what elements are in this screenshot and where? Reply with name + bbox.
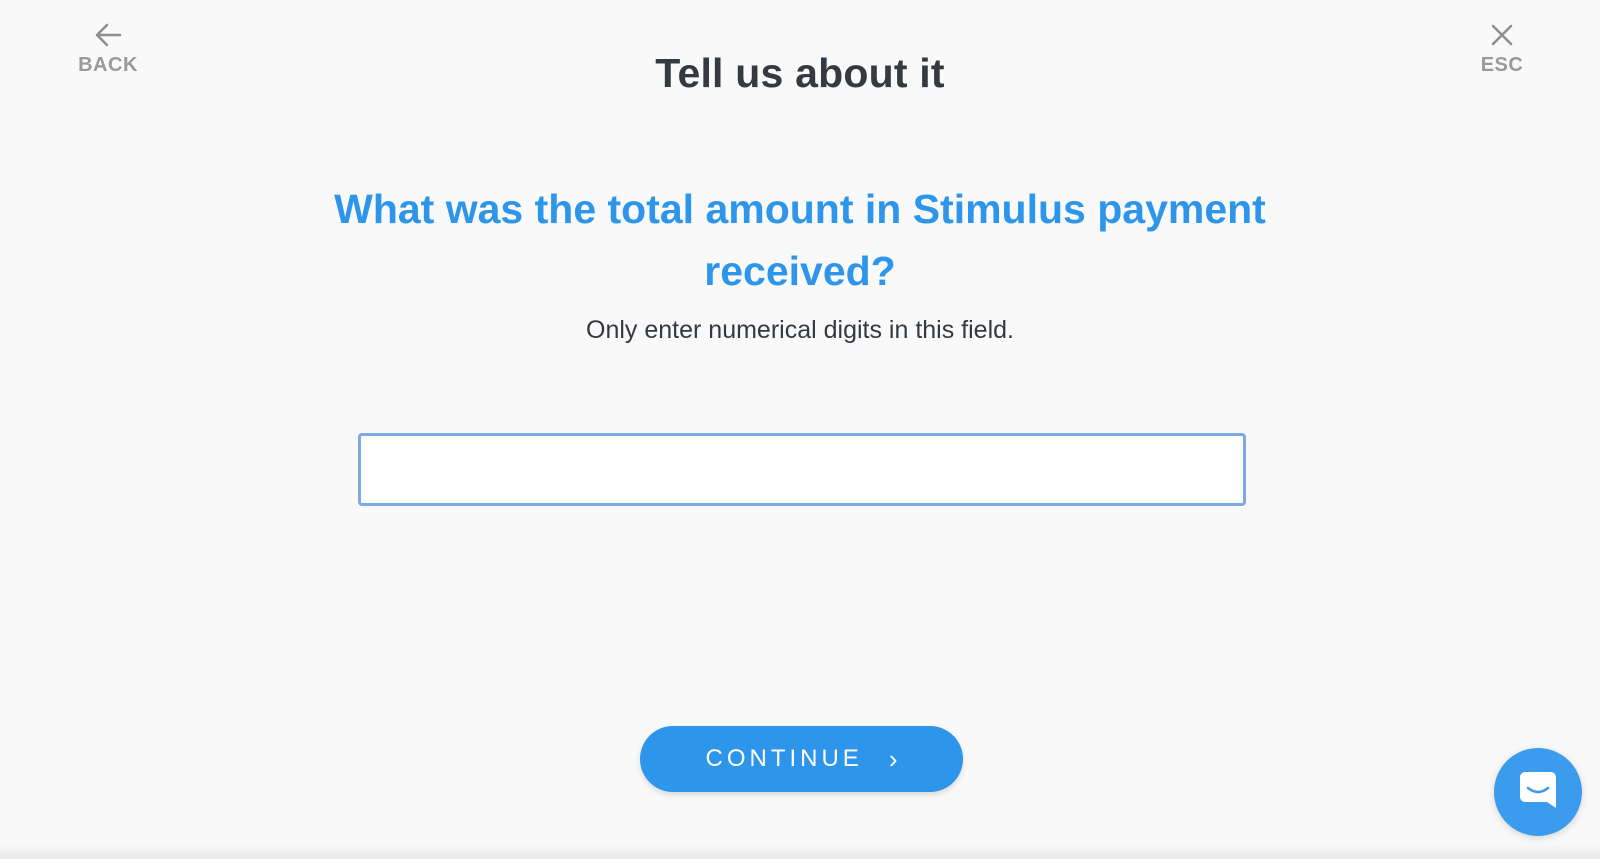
chevron-right-icon: ›: [888, 743, 898, 774]
stimulus-amount-page: BACK ESC Tell us about it What was the t…: [0, 0, 1600, 859]
stimulus-amount-input[interactable]: [358, 433, 1246, 506]
chat-bubble-icon: [1516, 768, 1560, 817]
bottom-divider: [0, 843, 1600, 859]
field-hint: Only enter numerical digits in this fiel…: [586, 316, 1014, 344]
chat-launcher-button[interactable]: [1494, 748, 1582, 836]
question-heading: What was the total amount in Stimulus pa…: [334, 186, 1266, 294]
arrow-left-icon: [93, 22, 123, 48]
continue-label: CONTINUE: [705, 745, 863, 772]
continue-button[interactable]: CONTINUE ›: [640, 726, 963, 792]
page-title: Tell us about it: [655, 50, 945, 96]
close-icon: [1489, 22, 1515, 48]
